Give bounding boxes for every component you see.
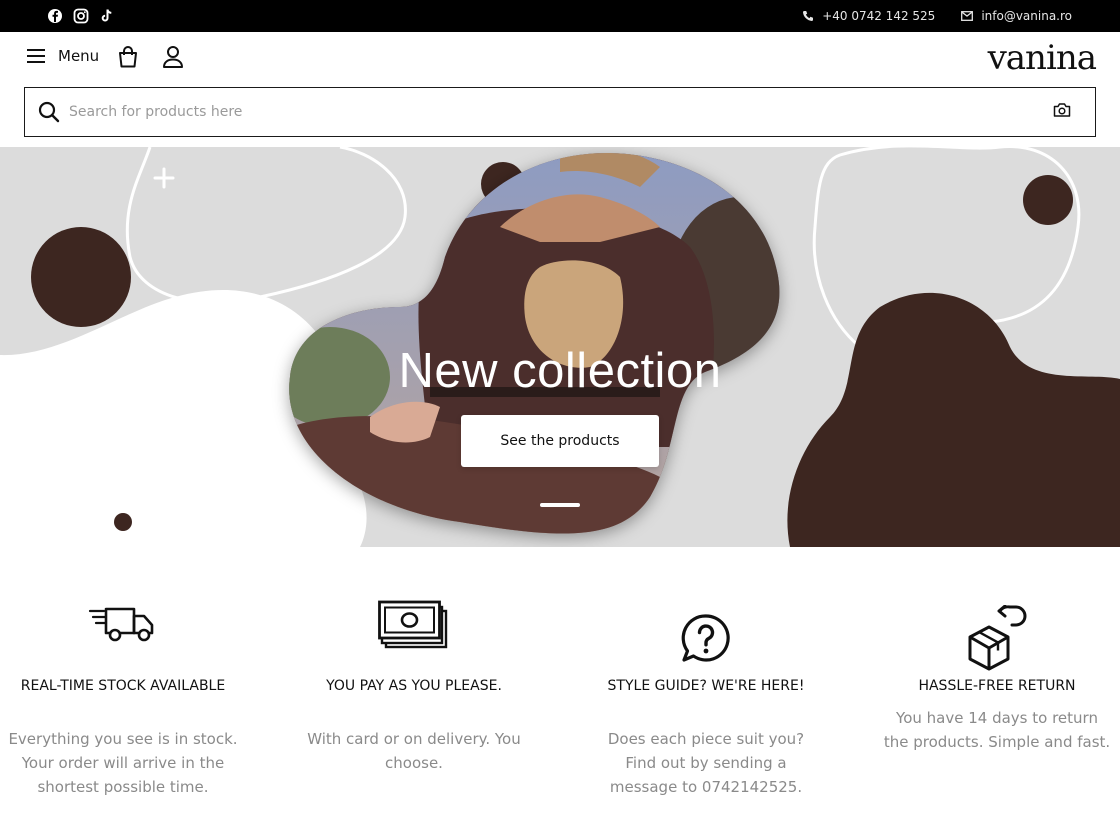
phone-number[interactable]: +40 0742 142 525	[822, 9, 935, 23]
delivery-truck-icon	[88, 607, 154, 642]
search-icon[interactable]	[38, 101, 60, 123]
site-logo[interactable]: vanina	[988, 38, 1097, 78]
social-links	[46, 7, 116, 25]
see-products-button[interactable]: See the products	[461, 415, 659, 467]
user-account-icon[interactable]	[162, 45, 184, 73]
hero-title: New collection	[398, 344, 722, 398]
hero-banner: New collection See the products	[0, 147, 1120, 547]
phone-icon	[803, 11, 814, 21]
cash-icon	[378, 600, 448, 649]
feature-title: STYLE GUIDE? WE'RE HERE!	[607, 678, 805, 694]
feature-text: With card or on delivery. You choose.	[307, 730, 521, 772]
features-section: REAL-TIME STOCK AVAILABLE Everything you…	[0, 547, 1120, 830]
feature-text: Does each piece suit you? Find out by se…	[607, 730, 805, 796]
feature-title: HASSLE-FREE RETURN	[918, 678, 1076, 694]
menu-label: Menu	[58, 47, 100, 65]
search-input[interactable]	[69, 98, 1029, 126]
shopping-bag-icon[interactable]	[117, 45, 139, 73]
tiktok-icon[interactable]	[98, 7, 116, 25]
envelope-icon	[961, 11, 974, 21]
slide-indicator[interactable]	[540, 503, 580, 507]
facebook-icon[interactable]	[46, 7, 64, 25]
feature-text: You have 14 days to return the products.…	[883, 709, 1111, 751]
feature-title: YOU PAY AS YOU PLEASE.	[326, 678, 502, 694]
return-box-icon	[968, 605, 1027, 671]
question-chat-icon	[681, 614, 730, 662]
menu-button[interactable]: Menu	[26, 47, 99, 65]
feature-title: REAL-TIME STOCK AVAILABLE	[20, 678, 226, 694]
search-bar	[24, 87, 1096, 137]
camera-icon[interactable]	[1053, 102, 1071, 118]
contact-info: +40 0742 142 525 info@vanina.ro	[802, 0, 1072, 32]
feature-text: Everything you see is in stock. Your ord…	[8, 730, 238, 796]
top-bar: +40 0742 142 525 info@vanina.ro	[0, 0, 1120, 32]
hamburger-icon	[27, 49, 45, 63]
instagram-icon[interactable]	[72, 7, 90, 25]
email-address[interactable]: info@vanina.ro	[981, 9, 1072, 23]
